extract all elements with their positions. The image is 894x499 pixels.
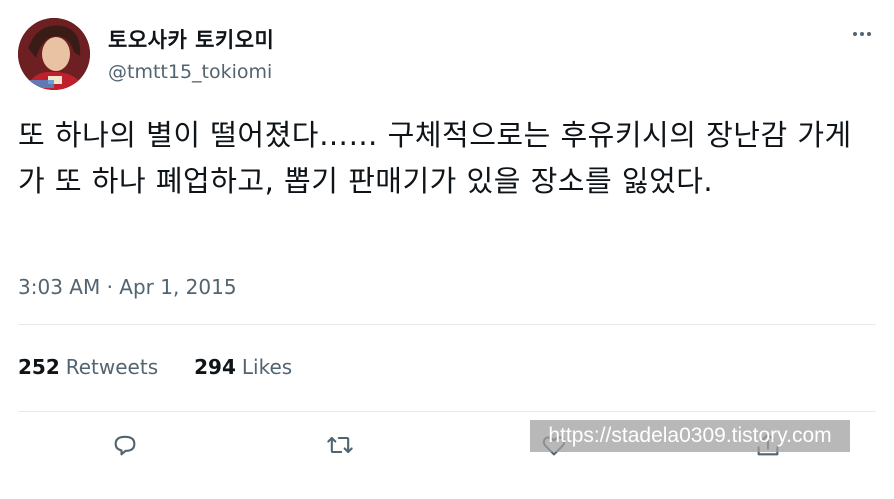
divider xyxy=(18,324,876,325)
author-handle[interactable]: @tmtt15_tokiomi xyxy=(108,61,272,83)
watermark: https://stadela0309.tistory.com xyxy=(530,420,850,452)
reply-icon xyxy=(114,435,136,456)
divider xyxy=(18,411,876,412)
more-options-icon[interactable] xyxy=(846,24,878,44)
author-display-name[interactable]: 토오사카 토키오미 xyxy=(108,24,274,54)
avatar-image xyxy=(18,18,90,90)
tweet-text: 또 하나의 별이 떨어졌다…… 구체적으로는 후유키시의 장난감 가게가 또 하… xyxy=(18,118,852,198)
likes-count: 294 xyxy=(194,355,236,379)
retweets-label: Retweets xyxy=(65,355,159,379)
retweet-icon xyxy=(327,436,353,454)
reply-button[interactable] xyxy=(107,427,143,463)
avatar[interactable] xyxy=(18,18,90,90)
retweet-button[interactable] xyxy=(322,427,358,463)
tweet-stats: 252 Retweets 294 Likes xyxy=(18,355,292,379)
retweets-count: 252 xyxy=(18,355,60,379)
tweet-timestamp[interactable]: 3:03 AM · Apr 1, 2015 xyxy=(18,275,237,299)
likes-stat[interactable]: 294 Likes xyxy=(194,355,292,379)
retweets-stat[interactable]: 252 Retweets xyxy=(18,355,158,379)
likes-label: Likes xyxy=(241,355,293,379)
